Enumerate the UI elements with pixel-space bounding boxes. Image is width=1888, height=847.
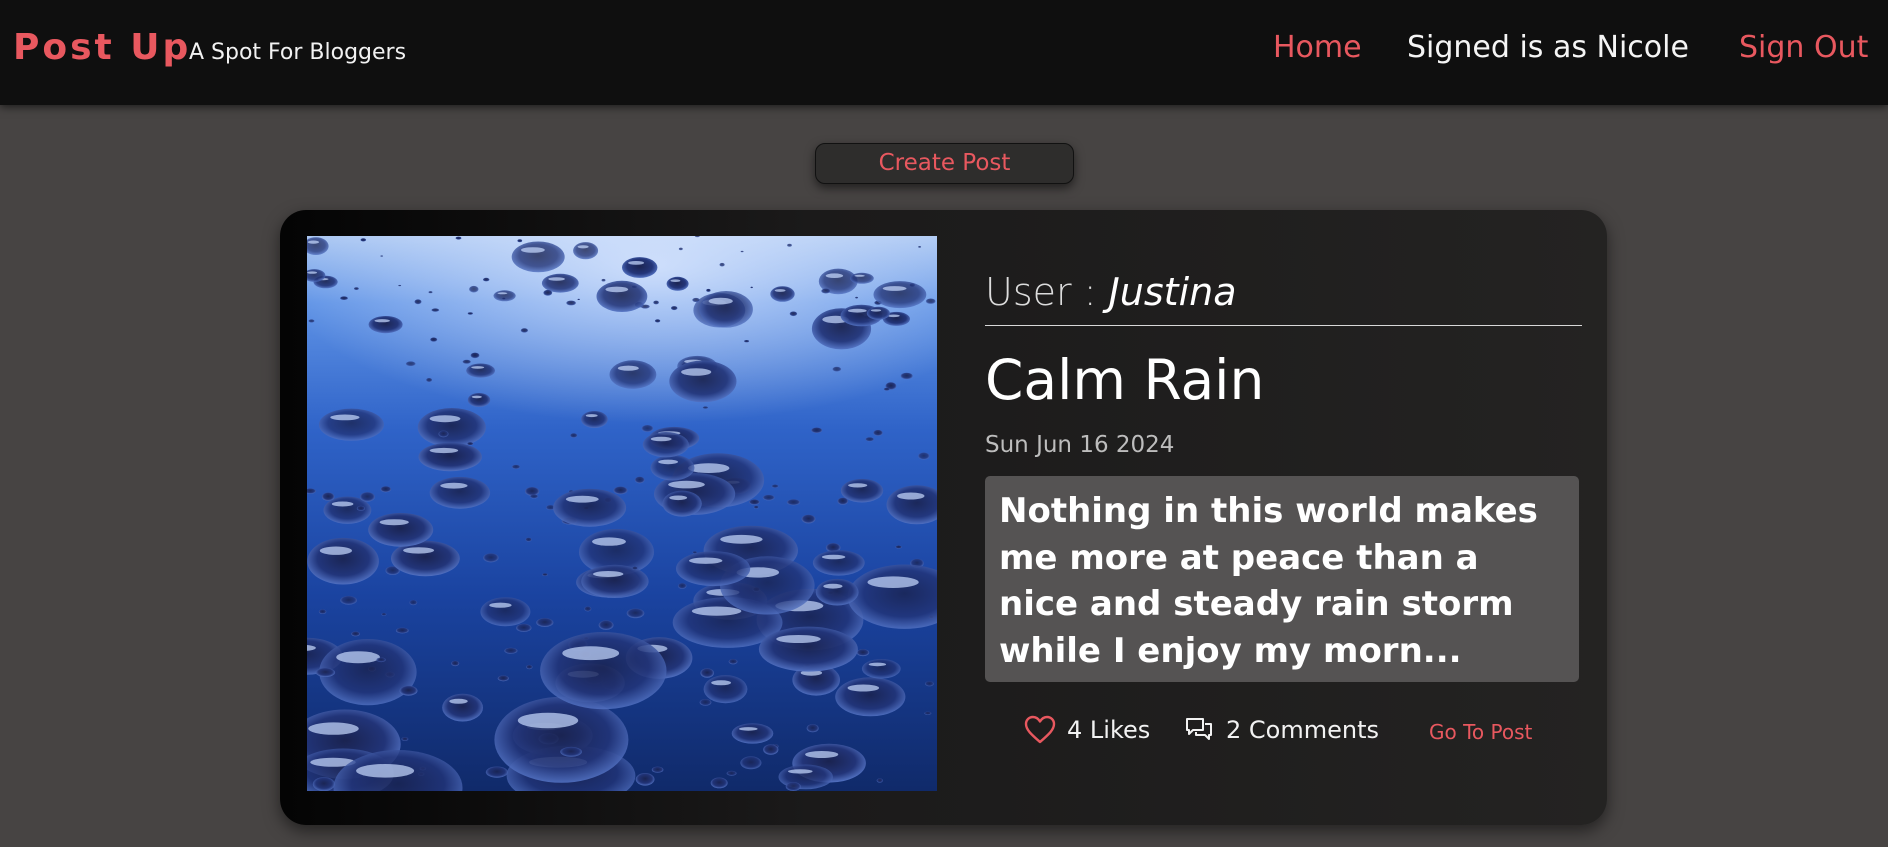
author-name[interactable]: Justina (1109, 270, 1237, 314)
heart-icon (1024, 715, 1056, 744)
comments-button[interactable]: 2 Comments (1185, 713, 1379, 747)
post-excerpt: Nothing in this world makes me more at p… (985, 476, 1579, 682)
brand-tagline: A Spot For Bloggers (189, 40, 407, 65)
create-post-button[interactable]: Create Post (815, 143, 1074, 184)
signed-in-user: Signed is as Nicole (1407, 30, 1689, 65)
comments-count: 2 Comments (1226, 716, 1379, 744)
post-author: User : Justina (985, 262, 1582, 326)
brand-logo[interactable]: Post Up (13, 26, 191, 70)
likes-button[interactable]: 4 Likes (1024, 713, 1150, 747)
likes-count: 4 Likes (1067, 716, 1151, 744)
post-card: User : Justina Calm Rain Sun Jun 16 2024… (280, 210, 1607, 825)
post-title: Calm Rain (985, 348, 1265, 412)
nav-home-link[interactable]: Home (1273, 29, 1362, 67)
author-label: User : (985, 270, 1109, 314)
post-image (307, 236, 937, 791)
go-to-post-link[interactable]: Go To Post (1429, 718, 1532, 746)
top-navbar: Post Up A Spot For Bloggers Home Signed … (0, 0, 1888, 105)
post-date: Sun Jun 16 2024 (985, 432, 1175, 458)
comments-icon (1186, 718, 1212, 740)
sign-out-link[interactable]: Sign Out (1739, 29, 1868, 67)
